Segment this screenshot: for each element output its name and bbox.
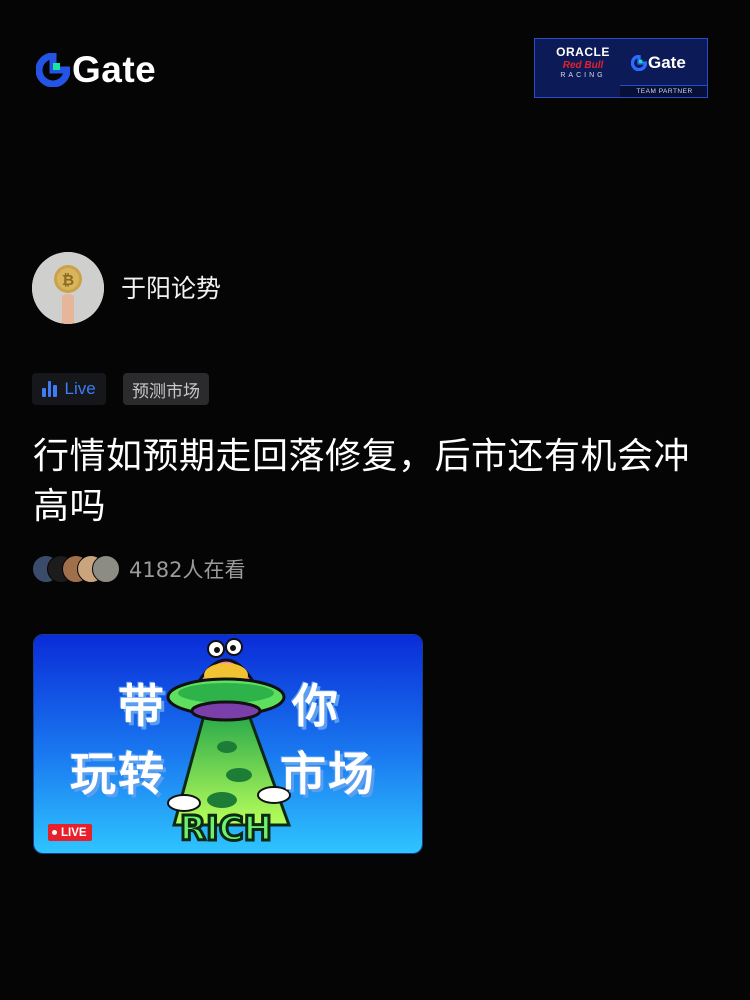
gate-logo-text: Gate	[72, 49, 157, 90]
thumb-text-line2-left: 玩转	[70, 747, 166, 801]
gate-logo[interactable]: Gate	[36, 49, 157, 90]
partner-redbull-text: Red Bull	[562, 60, 604, 71]
live-tag[interactable]: Live	[32, 373, 106, 405]
viewer-avatar	[92, 555, 120, 583]
viewer-count: 4182人在看	[129, 558, 246, 582]
thumb-text-line2-right: 市场	[280, 747, 376, 801]
post-title[interactable]: 行情如预期走回落修复，后市还有机会冲高吗	[33, 432, 723, 532]
thumb-text-line1-left: 带	[118, 679, 166, 733]
live-badge-label: LIVE	[61, 826, 87, 839]
live-stream-thumbnail[interactable]: RICH 带 你 玩转 市场 LIVE	[33, 634, 423, 854]
live-dot-icon	[52, 830, 57, 835]
gate-logo-icon	[631, 55, 647, 71]
gate-logo-icon	[36, 53, 70, 87]
partner-gate-logo: Gate	[631, 53, 686, 73]
ufo-illustration: RICH	[34, 635, 422, 853]
viewer-summary: 4182人在看	[32, 554, 245, 584]
ufo-rich-text: RICH	[180, 809, 272, 849]
partner-oracle-text: ORACLE	[556, 45, 610, 59]
live-tag-label: Live	[64, 379, 96, 398]
author-name[interactable]: 于阳论势	[121, 273, 221, 305]
team-partner-badge: ORACLE Red Bull RACING Gate TEAM PARTNER	[534, 38, 708, 98]
svg-text:₿: ₿	[62, 271, 74, 289]
bitcoin-coin-icon: ₿	[32, 252, 104, 324]
topic-tag[interactable]: 预测市场	[123, 373, 209, 405]
live-bars-icon	[42, 381, 57, 397]
partner-gate-text: Gate	[648, 53, 686, 72]
partner-racing-text: RACING	[560, 72, 606, 79]
partner-caption: TEAM PARTNER	[620, 85, 707, 97]
author-avatar[interactable]: ₿	[32, 252, 104, 324]
thumb-text-line1-right: 你	[292, 679, 340, 733]
live-badge: LIVE	[48, 824, 92, 841]
